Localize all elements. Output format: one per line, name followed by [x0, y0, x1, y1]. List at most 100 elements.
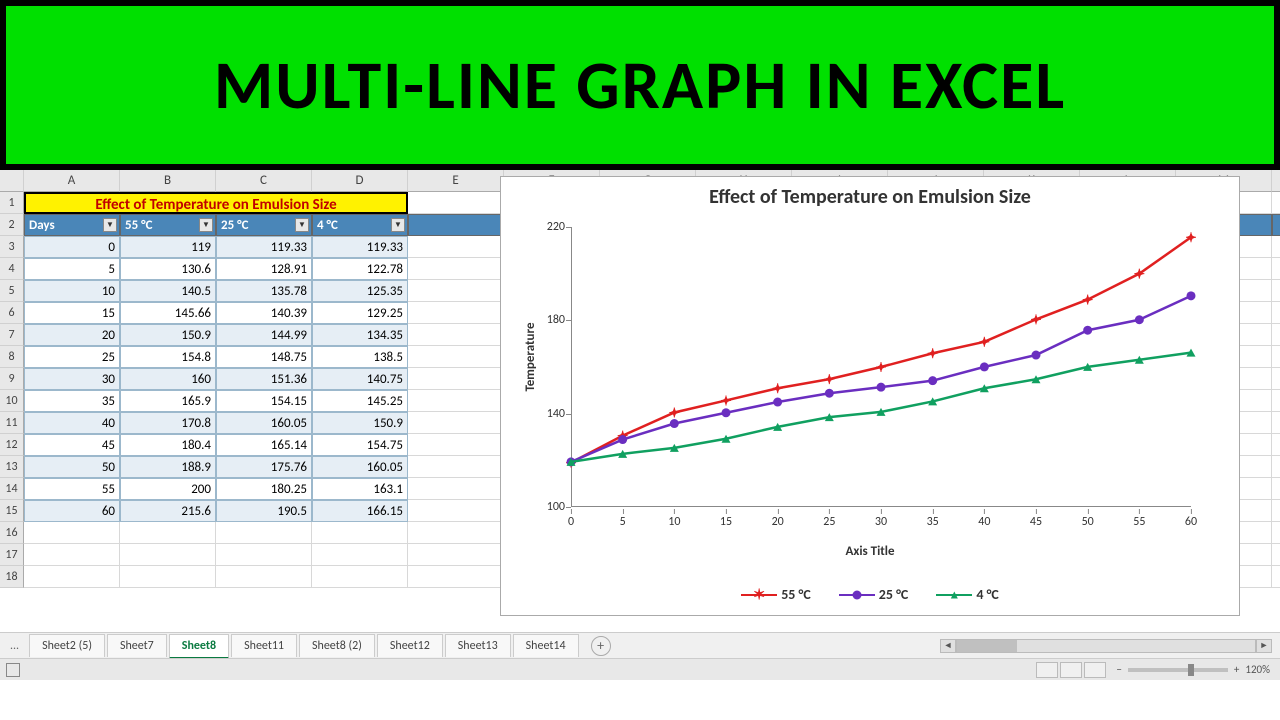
row-header-11[interactable]: 11: [0, 412, 24, 434]
cell[interactable]: [1272, 302, 1280, 324]
cell[interactable]: [408, 302, 504, 324]
data-cell[interactable]: 150.9: [312, 412, 408, 434]
sheet-tab[interactable]: Sheet14: [513, 634, 579, 657]
data-cell[interactable]: 60: [24, 500, 120, 522]
cell[interactable]: [1272, 280, 1280, 302]
data-cell[interactable]: 125.35: [312, 280, 408, 302]
table-header-cell[interactable]: 25 °C▼: [216, 214, 312, 236]
data-cell[interactable]: 119: [120, 236, 216, 258]
data-cell[interactable]: 160: [120, 368, 216, 390]
page-layout-view-button[interactable]: [1060, 662, 1082, 678]
data-cell[interactable]: 154.15: [216, 390, 312, 412]
data-cell[interactable]: 165.14: [216, 434, 312, 456]
scrollbar-thumb[interactable]: [957, 640, 1017, 652]
data-cell[interactable]: 138.5: [312, 346, 408, 368]
cell[interactable]: [1272, 258, 1280, 280]
data-cell[interactable]: 10: [24, 280, 120, 302]
cell[interactable]: [216, 544, 312, 566]
cell[interactable]: [408, 236, 504, 258]
row-header-8[interactable]: 8: [0, 346, 24, 368]
cell[interactable]: [312, 566, 408, 588]
cell[interactable]: [408, 368, 504, 390]
cell[interactable]: [312, 522, 408, 544]
sheet-tab[interactable]: Sheet8: [169, 634, 229, 659]
data-cell[interactable]: 128.91: [216, 258, 312, 280]
cell[interactable]: [408, 192, 504, 214]
row-header-3[interactable]: 3: [0, 236, 24, 258]
cell[interactable]: [1272, 522, 1280, 544]
chart-container[interactable]: Effect of Temperature on Emulsion Size T…: [500, 176, 1240, 616]
cell[interactable]: [312, 544, 408, 566]
add-sheet-button[interactable]: +: [591, 636, 611, 656]
cell[interactable]: [408, 346, 504, 368]
cell[interactable]: [1272, 346, 1280, 368]
cell[interactable]: [1272, 434, 1280, 456]
data-cell[interactable]: 188.9: [120, 456, 216, 478]
row-header-7[interactable]: 7: [0, 324, 24, 346]
sheet-tab[interactable]: Sheet8 (2): [299, 634, 375, 657]
row-header-2[interactable]: 2: [0, 214, 24, 236]
data-cell[interactable]: 35: [24, 390, 120, 412]
data-cell[interactable]: 140.5: [120, 280, 216, 302]
data-cell[interactable]: 129.25: [312, 302, 408, 324]
data-cell[interactable]: 180.25: [216, 478, 312, 500]
row-header-5[interactable]: 5: [0, 280, 24, 302]
sheet-tab[interactable]: Sheet13: [445, 634, 511, 657]
data-cell[interactable]: 154.75: [312, 434, 408, 456]
zoom-out-button[interactable]: −: [1116, 663, 1121, 676]
cell[interactable]: [1272, 236, 1280, 258]
cell[interactable]: [1272, 390, 1280, 412]
data-cell[interactable]: 190.5: [216, 500, 312, 522]
cell[interactable]: [216, 566, 312, 588]
data-cell[interactable]: 40: [24, 412, 120, 434]
zoom-slider[interactable]: [1128, 668, 1228, 672]
table-header-cell[interactable]: Days▼: [24, 214, 120, 236]
filter-dropdown-icon[interactable]: ▼: [103, 218, 117, 232]
cell[interactable]: [408, 434, 504, 456]
cell[interactable]: [216, 522, 312, 544]
cell[interactable]: [1272, 566, 1280, 588]
data-cell[interactable]: 154.8: [120, 346, 216, 368]
row-header-14[interactable]: 14: [0, 478, 24, 500]
data-cell[interactable]: 166.15: [312, 500, 408, 522]
row-header-12[interactable]: 12: [0, 434, 24, 456]
scroll-right-button[interactable]: ►: [1256, 639, 1272, 653]
table-header-cell[interactable]: 55 °C▼: [120, 214, 216, 236]
cell[interactable]: [24, 544, 120, 566]
data-cell[interactable]: 140.75: [312, 368, 408, 390]
cell[interactable]: [120, 522, 216, 544]
data-cell[interactable]: 165.9: [120, 390, 216, 412]
data-cell[interactable]: 134.35: [312, 324, 408, 346]
sheet-tab[interactable]: Sheet7: [107, 634, 167, 657]
cell[interactable]: [1272, 478, 1280, 500]
cell[interactable]: [408, 566, 504, 588]
data-cell[interactable]: 170.8: [120, 412, 216, 434]
data-cell[interactable]: 130.6: [120, 258, 216, 280]
sheet-tab[interactable]: Sheet11: [231, 634, 297, 657]
data-cell[interactable]: 144.99: [216, 324, 312, 346]
row-header-16[interactable]: 16: [0, 522, 24, 544]
cell[interactable]: [120, 566, 216, 588]
cell[interactable]: [1272, 192, 1280, 214]
data-cell[interactable]: 175.76: [216, 456, 312, 478]
col-header-B[interactable]: B: [120, 170, 216, 192]
table-header-cell[interactable]: 4 °C▼: [312, 214, 408, 236]
data-cell[interactable]: 15: [24, 302, 120, 324]
cell[interactable]: [408, 258, 504, 280]
cell[interactable]: [1272, 456, 1280, 478]
cell[interactable]: [1272, 500, 1280, 522]
data-cell[interactable]: 122.78: [312, 258, 408, 280]
data-cell[interactable]: 0: [24, 236, 120, 258]
cell[interactable]: [408, 544, 504, 566]
col-header-A[interactable]: A: [24, 170, 120, 192]
row-header-18[interactable]: 18: [0, 566, 24, 588]
row-header-15[interactable]: 15: [0, 500, 24, 522]
scroll-left-button[interactable]: ◄: [940, 639, 956, 653]
macro-record-icon[interactable]: [6, 663, 20, 677]
cell[interactable]: [408, 522, 504, 544]
zoom-in-button[interactable]: +: [1234, 663, 1239, 676]
data-cell[interactable]: 119.33: [312, 236, 408, 258]
cell[interactable]: [1272, 214, 1280, 236]
cell[interactable]: [408, 324, 504, 346]
data-cell[interactable]: 200: [120, 478, 216, 500]
